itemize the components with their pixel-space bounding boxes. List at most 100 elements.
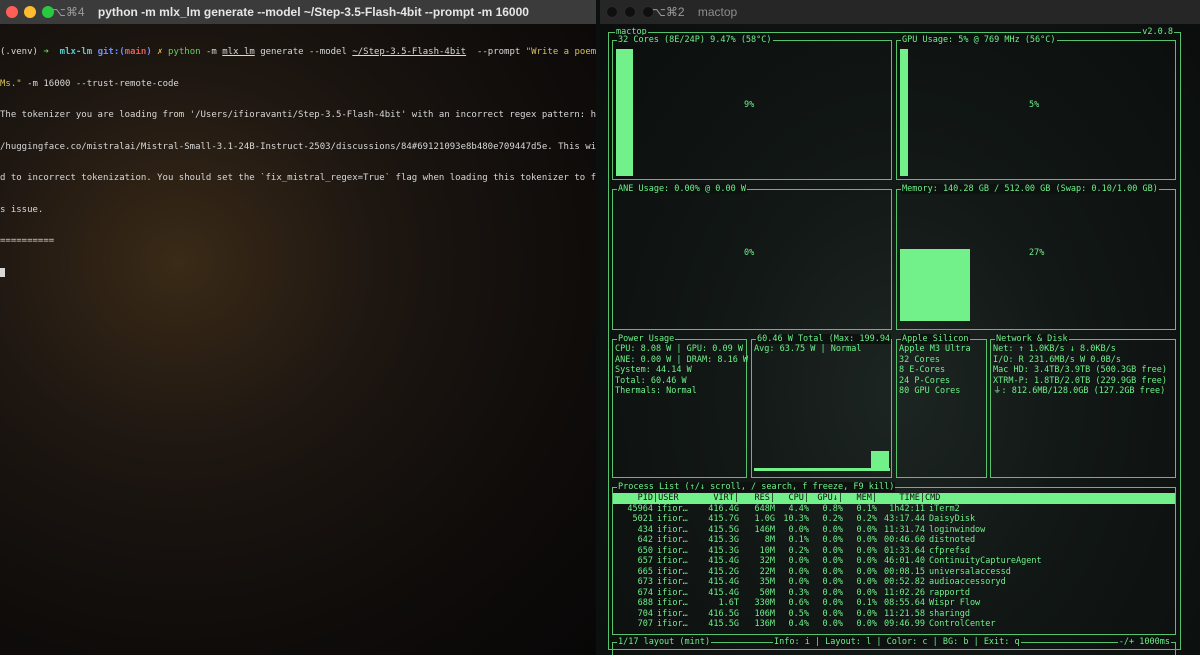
gpu-percent: 5% <box>1029 100 1040 110</box>
process-cell-cmd: ContinuityCaptureAgent <box>929 556 1042 566</box>
terminal-content[interactable]: (.venv) ➜ mlx-lm git:(main) ✗ python -m … <box>0 26 596 299</box>
process-cell-time: 11:21.58 <box>884 608 925 619</box>
col-header-res[interactable]: RES| <box>739 493 775 504</box>
process-cell-mem: 0.0% <box>856 608 877 619</box>
output-line: /huggingface.co/mistralai/Mistral-Small-… <box>0 141 596 152</box>
process-cell-cpu: 0.6% <box>788 598 809 608</box>
process-cell-mem: 0.1% <box>856 598 877 608</box>
process-row[interactable]: 657 ifior… 415.4G 32M 0.0% 0.0% 0.0% 46:01.40 Co… <box>613 556 1175 567</box>
minimize-button[interactable] <box>624 6 636 18</box>
col-header-gpu[interactable]: GPU↓| <box>809 493 843 504</box>
col-header-user-text: USER <box>658 493 679 503</box>
process-cell-user: ifior… <box>657 535 688 545</box>
process-cell-gpu: 0.0% <box>822 577 843 587</box>
process-cell-cpu: 0.5% <box>788 608 809 619</box>
dirty-marker: ✗ <box>157 47 163 57</box>
process-cell-res: 106M <box>754 608 775 619</box>
process-cell-virt: 1.6T <box>718 598 739 608</box>
process-row[interactable]: 650 ifior… 415.3G 10M 0.2% 0.0% 0.0% 01:33.64 cf… <box>613 546 1175 557</box>
process-cell-user: ifior… <box>657 577 688 587</box>
process-cell-mem: 0.0% <box>856 535 877 545</box>
close-button[interactable] <box>606 6 618 18</box>
col-header-virt[interactable]: VIRT| <box>699 493 739 504</box>
process-cell-pid: 688 <box>637 598 653 608</box>
git-branch: main <box>124 47 147 57</box>
process-row[interactable]: 5021 ifior… 415.7G 1.0G 10.3% 0.2% 0.2% 43:17.4… <box>613 514 1175 525</box>
process-row[interactable]: 704 ifior… 416.5G 106M 0.5% 0.0% 0.0% 11:21.58 s… <box>613 609 1175 620</box>
process-cell-cpu: 0.4% <box>788 619 809 629</box>
power-avg-line: Avg: 63.75 W | Normal <box>754 344 862 354</box>
process-row[interactable]: 434 ifior… 415.5G 146M 0.0% 0.0% 0.0% 11:31.74 l… <box>613 525 1175 536</box>
minimize-button[interactable] <box>24 6 36 18</box>
col-header-time[interactable]: TIME| <box>877 493 925 504</box>
cursor-line <box>0 267 596 279</box>
col-header-mem[interactable]: MEM| <box>843 493 877 504</box>
process-cell-user: ifior… <box>657 608 688 619</box>
process-row[interactable]: 673 ifior… 415.4G 35M 0.0% 0.0% 0.0% 00:52.82 au… <box>613 577 1175 588</box>
process-list-label: Process List (↑/↓ scroll, / search, f fr… <box>617 482 896 492</box>
power-chart-label: 60.46 W Total (Max: 199.94 <box>756 334 892 344</box>
process-row[interactable]: 707 ifior… 415.5G 136M 0.4% 0.0% 0.0% 09:46.99 C… <box>613 619 1175 630</box>
cmd-part1: -m <box>205 47 217 57</box>
power-line: Thermals: Normal <box>615 386 697 396</box>
col-header-pid[interactable]: PID <box>613 493 653 504</box>
left-titlebar[interactable]: ⌥⌘4 python -m mlx_lm generate --model ~/… <box>0 0 596 24</box>
silicon-line: 80 GPU Cores <box>899 386 961 396</box>
power-panel: Power Usage CPU: 8.08 W | GPU: 0.09 W AN… <box>612 334 748 478</box>
col-header-virt-text: VIRT <box>713 493 734 503</box>
network-line: Mac HD: 3.4TB/3.9TB (500.3GB free) <box>993 365 1167 375</box>
process-cell-pid: 673 <box>637 577 653 587</box>
cmd-prompt-end: Ms." <box>0 78 22 89</box>
power-line: CPU: 8.08 W | GPU: 0.09 W <box>615 344 743 354</box>
process-cell-cmd: sharingd <box>929 608 970 619</box>
process-row[interactable]: 665 ifior… 415.2G 22M 0.0% 0.0% 0.0% 00:08.15 un… <box>613 567 1175 578</box>
col-header-cpu-text: CPU <box>788 493 804 503</box>
close-button[interactable] <box>6 6 18 18</box>
ane-label: ANE Usage: 0.00% @ 0.00 W <box>617 184 747 194</box>
window-shortcut: ⌥⌘2 <box>652 5 685 19</box>
process-cell-gpu: 0.8% <box>822 503 843 514</box>
process-cell-pid: 650 <box>637 545 653 556</box>
cmd-module: mlx_lm <box>222 47 255 57</box>
process-cell-pid: 434 <box>637 524 653 535</box>
ane-panel: ANE Usage: 0.00% @ 0.00 W 0% <box>612 184 892 330</box>
process-list-panel[interactable]: Process List (↑/↓ scroll, / search, f fr… <box>612 482 1176 635</box>
col-header-user[interactable]: |USER <box>653 493 699 504</box>
command-line-1: (.venv) ➜ mlx-lm git:(main) ✗ python -m … <box>0 47 596 58</box>
process-cell-res: 146M <box>754 524 775 535</box>
network-line: Net: ↑ 1.0KB/s ↓ 8.0KB/s <box>993 344 1116 354</box>
process-row[interactable]: 688 ifior… 1.6T 330M 0.6% 0.0% 0.1% 08:55.64 Wis… <box>613 598 1175 609</box>
process-row[interactable]: 642 ifior… 415.3G 8M 0.1% 0.0% 0.0% 00:46.60 dis… <box>613 535 1175 546</box>
process-cell-virt: 415.4G <box>708 556 739 566</box>
process-cell-cpu: 0.0% <box>788 524 809 535</box>
process-row[interactable]: 45964 ifior… 416.4G 648M 4.4% 0.8% 0.1% 1h42:11… <box>613 504 1175 515</box>
command-line-2: Ms." -m 16000 --trust-remote-code <box>0 79 596 90</box>
power-sparkline <box>754 441 890 471</box>
col-header-cpu[interactable]: CPU| <box>775 493 809 504</box>
status-refresh: -/+ 1000ms <box>1117 637 1171 647</box>
cmd-part4: -m 16000 --trust-remote-code <box>27 78 179 89</box>
cpu-panel: 32 Cores (8E/24P) 9.47% (58°C) 9% <box>612 35 892 180</box>
process-row[interactable]: 674 ifior… 415.4G 50M 0.3% 0.0% 0.0% 11:02.26 ra… <box>613 588 1175 599</box>
network-line: I/O: R 231.6MB/s W 0.0B/s <box>993 354 1121 365</box>
process-cell-cpu: 0.1% <box>788 535 809 545</box>
col-header-cmd[interactable]: CMD <box>925 493 1175 504</box>
process-cell-gpu: 0.0% <box>822 566 843 577</box>
process-cell-time: 09:46.99 <box>884 619 925 629</box>
process-cell-pid: 674 <box>637 587 653 598</box>
terminal-window-right[interactable]: ⌥⌘2 mactop mactop v2.0.8 32 Cores (8E/24… <box>600 0 1200 655</box>
process-table[interactable]: PID |USER VIRT| RES| CPU| GPU↓| MEM| TIM… <box>613 493 1175 630</box>
right-titlebar[interactable]: ⌥⌘2 mactop <box>600 0 1200 24</box>
process-table-body: 45964 ifior… 416.4G 648M 4.4% 0.8% 0.1% 1h42:11… <box>613 504 1175 630</box>
process-cell-time: 11:02.26 <box>884 587 925 598</box>
process-cell-pid: 5021 <box>632 514 653 524</box>
process-cell-user: ifior… <box>657 566 688 577</box>
network-label: Network & Disk <box>995 334 1069 344</box>
process-cell-cmd: ControlCenter <box>929 619 996 629</box>
terminal-window-left[interactable]: ⌥⌘4 python -m mlx_lm generate --model ~/… <box>0 0 596 655</box>
cpu-percent: 9% <box>744 100 755 110</box>
process-cell-pid: 657 <box>637 556 653 566</box>
silicon-line: Apple M3 Ultra <box>899 344 971 354</box>
process-cell-user: ifior… <box>657 598 688 608</box>
memory-panel: Memory: 140.28 GB / 512.00 GB (Swap: 0.1… <box>896 184 1176 330</box>
